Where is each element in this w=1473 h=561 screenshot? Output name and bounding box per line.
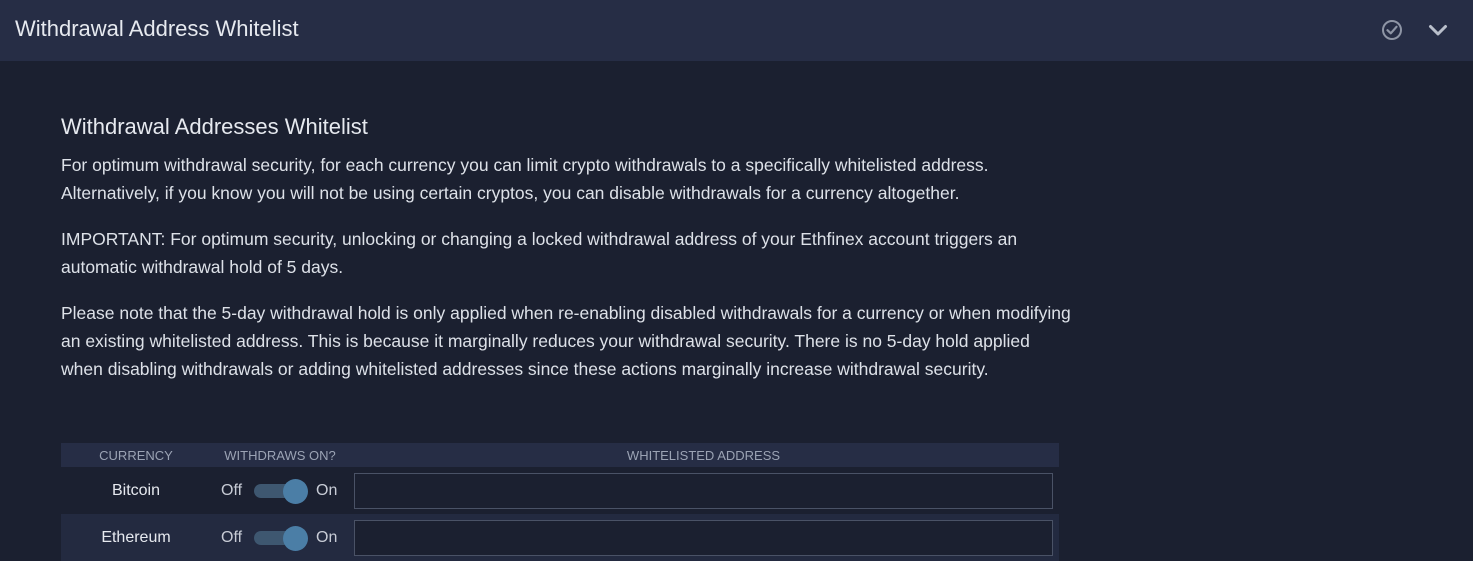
whitelist-table: CURRENCY WITHDRAWS ON? WHITELISTED ADDRE…	[61, 443, 1059, 561]
chevron-down-icon[interactable]	[1426, 18, 1450, 42]
section-title: Withdrawal Addresses Whitelist	[61, 114, 368, 139]
whitelist-description: Withdrawal Addresses Whitelist For optim…	[61, 114, 1071, 401]
toggle-off-label: Off	[221, 482, 243, 499]
column-header-currency: CURRENCY	[99, 448, 173, 463]
withdraw-toggle[interactable]: Off On	[221, 479, 337, 504]
withdraw-toggle-group: Off On	[221, 526, 337, 551]
table-header: CURRENCY WITHDRAWS ON? WHITELISTED ADDRE…	[61, 443, 1059, 467]
withdraw-toggle-group: Off On	[221, 479, 337, 504]
toggle-on-label: On	[316, 529, 338, 546]
important-paragraph: IMPORTANT: For optimum security, unlocki…	[61, 229, 1018, 277]
toggle-knob[interactable]	[283, 479, 308, 504]
column-header-withdraws-on: WITHDRAWS ON?	[224, 448, 336, 463]
table-row: Bitcoin Off On	[61, 467, 1059, 514]
intro-paragraph: For optimum withdrawal security, for eac…	[61, 155, 989, 203]
currency-name: Ethereum	[101, 529, 171, 546]
withdraw-toggle[interactable]: Off On	[221, 526, 337, 551]
column-header-address: WHITELISTED ADDRESS	[626, 448, 781, 463]
check-circle-icon[interactable]	[1380, 18, 1404, 42]
toggle-on-label: On	[316, 482, 338, 499]
toggle-off-label: Off	[221, 529, 243, 546]
panel-title: Withdrawal Address Whitelist	[15, 16, 299, 41]
panel-header[interactable]: Withdrawal Address Whitelist	[0, 0, 1473, 61]
note-paragraph: Please note that the 5-day withdrawal ho…	[61, 303, 1071, 379]
whitelisted-address-input[interactable]	[354, 473, 1053, 509]
toggle-knob[interactable]	[283, 526, 308, 551]
table-row: Ethereum Off On	[61, 514, 1059, 561]
whitelisted-address-input[interactable]	[354, 520, 1053, 556]
currency-name: Bitcoin	[111, 482, 161, 499]
